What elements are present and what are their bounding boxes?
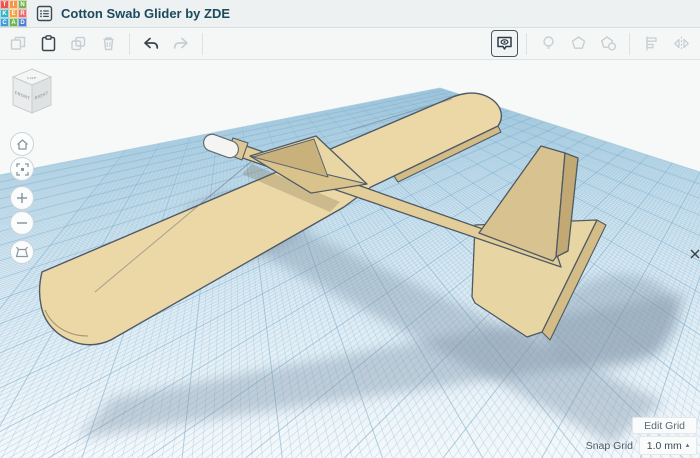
tinkercad-logo[interactable]: T I N K E R C A D (0, 0, 27, 27)
ungroup-icon (599, 34, 618, 53)
align-button[interactable] (637, 30, 665, 58)
toolbar-separator (526, 33, 527, 55)
duplicate-button[interactable] (64, 30, 92, 58)
logo-tile: K (0, 9, 9, 18)
logo-tile: D (18, 18, 27, 27)
list-icon (36, 5, 53, 22)
logo-tile: N (18, 0, 27, 9)
undo-button[interactable] (137, 30, 165, 58)
home-view-button[interactable] (10, 132, 34, 156)
toolbar-separator (629, 33, 630, 55)
logo-tile: I (9, 0, 18, 9)
logo-tile: A (9, 18, 18, 27)
snap-grid-label: Snap Grid (586, 440, 633, 452)
toolbar-separator (202, 33, 203, 55)
zoom-in-button[interactable] (10, 186, 34, 210)
show-all-button[interactable] (491, 30, 518, 57)
paste-button[interactable] (34, 30, 62, 58)
scene-svg (0, 60, 700, 458)
trash-icon (99, 34, 118, 53)
mirror-icon (672, 34, 691, 53)
tinkercad-app: { "header": { "title": "Cotton Swab Glid… (0, 0, 700, 458)
logo-tile: R (18, 9, 27, 18)
view-cube[interactable]: TOP FRONT RIGHT (6, 66, 58, 118)
mirror-button[interactable] (667, 30, 695, 58)
ungroup-button[interactable] (594, 30, 622, 58)
caret-up-icon: ▴ (686, 442, 690, 449)
redo-button[interactable] (167, 30, 195, 58)
group-button[interactable] (564, 30, 592, 58)
group-icon (569, 34, 588, 53)
fit-view-button[interactable] (10, 157, 34, 181)
perspective-toggle-button[interactable] (10, 240, 34, 264)
copy-icon (9, 34, 28, 53)
snap-grid-select[interactable]: 1.0 mm ▴ (639, 436, 697, 455)
logo-tile: C (0, 18, 9, 27)
title-bar: T I N K E R C A D Cotton Swab Glider by … (0, 0, 700, 28)
redo-icon (171, 34, 191, 54)
snap-grid-value: 1.0 mm (647, 440, 682, 452)
edit-grid-button[interactable]: Edit Grid (632, 417, 697, 434)
design-title: Cotton Swab Glider by ZDE (61, 6, 230, 21)
duplicate-icon (69, 34, 88, 53)
design-menu-button[interactable] (34, 4, 54, 24)
toolbar-separator (129, 33, 130, 55)
snap-grid-row: Snap Grid 1.0 mm ▴ (586, 437, 697, 454)
copy-button[interactable] (4, 30, 32, 58)
zoom-out-button[interactable] (10, 211, 34, 235)
viewport-canvas[interactable]: TOP FRONT RIGHT (0, 60, 700, 458)
light-button[interactable] (534, 30, 562, 58)
undo-icon (141, 34, 161, 54)
logo-tile: T (0, 0, 9, 9)
lightbulb-icon (539, 34, 558, 53)
logo-tile: E (9, 9, 18, 18)
main-toolbar (0, 28, 700, 60)
show-all-eye-icon (495, 34, 514, 53)
delete-button[interactable] (94, 30, 122, 58)
paste-icon (39, 34, 58, 53)
align-icon (642, 34, 661, 53)
view-nav-column (10, 132, 34, 265)
